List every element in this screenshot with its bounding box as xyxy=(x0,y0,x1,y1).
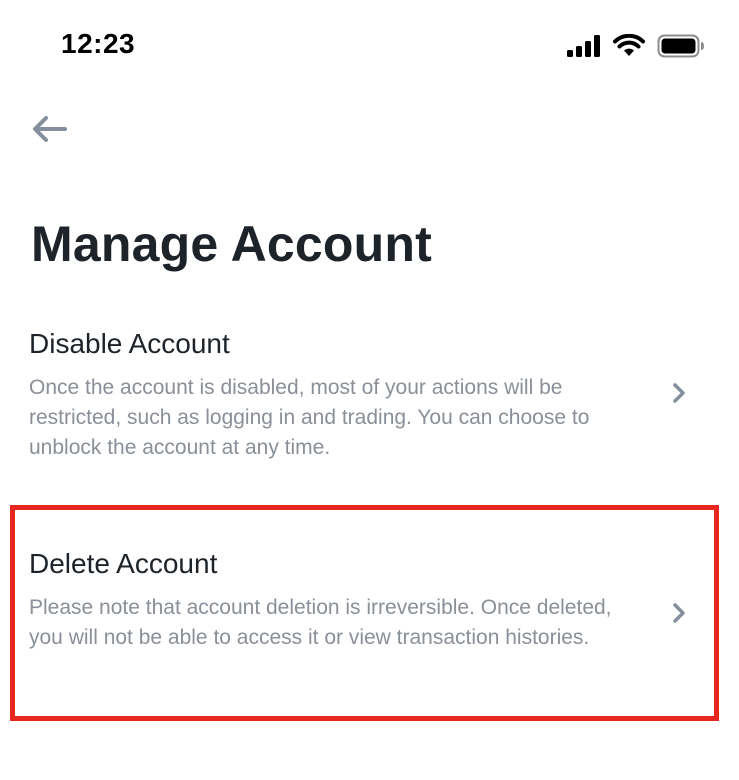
delete-account-title: Delete Account xyxy=(29,548,218,579)
cellular-signal-icon xyxy=(567,35,601,62)
chevron-right-icon xyxy=(669,601,689,625)
status-time: 12:23 xyxy=(61,28,136,59)
back-button[interactable] xyxy=(28,110,70,152)
arrow-left-icon xyxy=(31,115,67,148)
delete-account-description: Please note that account deletion is irr… xyxy=(29,596,612,649)
status-icons xyxy=(567,33,705,63)
disable-account-description: Once the account is disabled, most of yo… xyxy=(29,376,590,459)
status-bar: 12:23 xyxy=(0,0,739,92)
delete-account-option[interactable]: Delete Account Please note that account … xyxy=(0,540,739,700)
page-title: Manage Account xyxy=(31,216,432,272)
chevron-right-icon xyxy=(669,381,689,405)
disable-account-option[interactable]: Disable Account Once the account is disa… xyxy=(0,320,739,470)
battery-icon xyxy=(657,34,705,63)
disable-account-title: Disable Account xyxy=(29,328,230,359)
wifi-icon xyxy=(613,33,645,63)
